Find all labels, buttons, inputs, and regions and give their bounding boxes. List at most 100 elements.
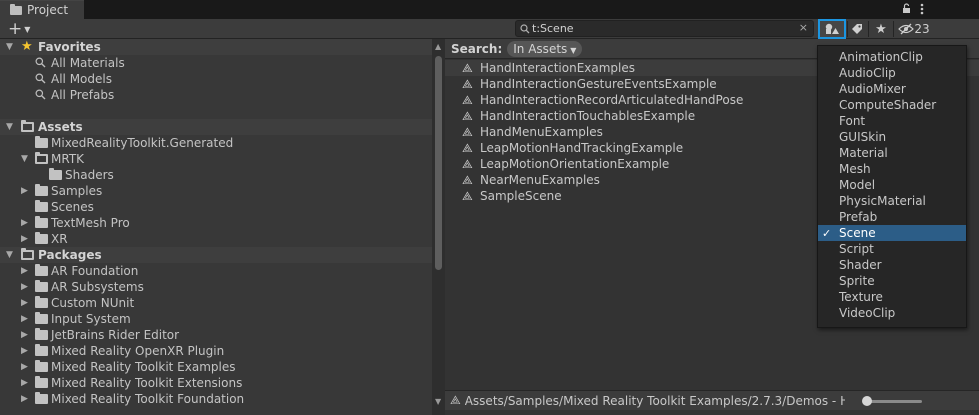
type-option-prefab[interactable]: Prefab <box>818 209 966 225</box>
expand-arrow-icon[interactable]: ▼ <box>6 250 13 260</box>
collapsed-arrow-icon[interactable]: ▶ <box>21 282 28 292</box>
collapsed-arrow-icon[interactable]: ▶ <box>21 266 28 276</box>
tree-item-label: All Materials <box>51 56 125 70</box>
collapsed-arrow-icon[interactable]: ▶ <box>21 218 28 228</box>
tree-item[interactable]: Shaders <box>0 167 432 183</box>
collapsed-arrow-icon[interactable]: ▶ <box>21 186 28 196</box>
type-option-audiomixer[interactable]: AudioMixer <box>818 81 966 97</box>
icon-size-slider[interactable] <box>862 396 922 406</box>
tree-item[interactable]: All Materials <box>0 55 432 71</box>
type-option-font[interactable]: Font <box>818 113 966 129</box>
expand-arrow-icon[interactable]: ▼ <box>21 154 28 164</box>
tab-label: Project <box>27 3 69 17</box>
tree-scrollbar[interactable]: ▲ ▼ <box>432 39 445 415</box>
tree-item[interactable]: ▶ Mixed Reality Toolkit Foundation <box>0 391 432 407</box>
type-option-guiskin[interactable]: GUISkin <box>818 129 966 145</box>
collapsed-arrow-icon[interactable]: ▶ <box>21 378 28 388</box>
type-option-script[interactable]: Script <box>818 241 966 257</box>
search-by-label-button[interactable] <box>846 19 868 39</box>
type-option-texture[interactable]: Texture <box>818 289 966 305</box>
expand-arrow-icon[interactable]: ▼ <box>6 42 13 52</box>
type-option-physicmaterial[interactable]: PhysicMaterial <box>818 193 966 209</box>
create-asset-button[interactable]: + ▼ <box>8 19 30 39</box>
project-folder-tree: ▼ ★ Favorites All Materials All Models All Pr… <box>0 39 432 415</box>
tree-item[interactable]: ▼ MRTK <box>0 151 432 167</box>
expand-arrow-icon[interactable]: ▼ <box>6 122 13 132</box>
tree-item-label: Mixed Reality Toolkit Extensions <box>51 376 243 390</box>
kebab-menu-icon[interactable] <box>920 3 924 15</box>
tree-item[interactable]: ▶ Mixed Reality OpenXR Plugin <box>0 343 432 359</box>
tree-item[interactable]: All Prefabs <box>0 87 432 103</box>
tree-item[interactable]: ▶ AR Foundation <box>0 263 432 279</box>
type-option-label: AudioMixer <box>839 82 906 96</box>
collapsed-arrow-icon[interactable]: ▶ <box>21 394 28 404</box>
unity-scene-icon: ⟁ <box>462 61 473 75</box>
tree-item[interactable]: ▶ XR <box>0 231 432 247</box>
search-by-type-button[interactable] <box>818 19 846 39</box>
toggle-hidden-packages-button[interactable]: 23 <box>894 19 934 39</box>
tree-item[interactable]: ▶ TextMesh Pro <box>0 215 432 231</box>
type-option-label: Script <box>839 242 874 256</box>
eye-slash-icon <box>898 23 915 35</box>
folder-icon <box>35 184 48 196</box>
tree-item[interactable]: Scenes <box>0 199 432 215</box>
tree-item[interactable]: ▶ Mixed Reality Toolkit Extensions <box>0 375 432 391</box>
type-option-label: Mesh <box>839 162 871 176</box>
scrollbar-thumb[interactable] <box>435 56 442 270</box>
collapsed-arrow-icon[interactable]: ▶ <box>21 298 28 308</box>
search-label: Search: <box>451 41 503 56</box>
unity-scene-icon: ⟁ <box>462 125 473 139</box>
type-option-label: Scene <box>839 226 876 240</box>
type-option-label: Texture <box>839 290 883 304</box>
collapsed-arrow-icon[interactable]: ▶ <box>21 362 28 372</box>
search-input[interactable] <box>532 22 792 35</box>
collapsed-arrow-icon[interactable]: ▶ <box>21 234 28 244</box>
unity-scene-icon: ⟁ <box>462 77 473 91</box>
hidden-packages-count: 23 <box>914 22 930 36</box>
tree-item[interactable]: All Models <box>0 71 432 87</box>
tree-item[interactable]: ▶ Custom NUnit <box>0 295 432 311</box>
scroll-down-arrow-icon[interactable]: ▼ <box>435 397 441 406</box>
folder-icon <box>35 280 48 292</box>
tree-item[interactable]: ▶ Input System <box>0 311 432 327</box>
type-option-shader[interactable]: Shader <box>818 257 966 273</box>
tree-section-assets[interactable]: ▼ Assets <box>0 119 432 135</box>
lock-icon[interactable] <box>902 3 911 14</box>
type-option-model[interactable]: Model <box>818 177 966 193</box>
scroll-up-arrow-icon[interactable]: ▲ <box>435 42 441 51</box>
result-item-label: HandInteractionGestureEventsExample <box>480 77 717 91</box>
tree-section-label: Assets <box>38 120 83 134</box>
collapsed-arrow-icon[interactable]: ▶ <box>21 346 28 356</box>
tree-item[interactable]: ▶ AR Subsystems <box>0 279 432 295</box>
tree-section-packages[interactable]: ▼ Packages <box>0 247 432 263</box>
type-option-computeshader[interactable]: ComputeShader <box>818 97 966 113</box>
type-option-sprite[interactable]: Sprite <box>818 273 966 289</box>
plus-icon: + <box>8 18 23 39</box>
tree-item[interactable]: ▶ JetBrains Rider Editor <box>0 327 432 343</box>
star-icon: ★ <box>21 39 33 54</box>
save-search-favorite-button[interactable]: ★ <box>869 19 893 39</box>
tree-item-label: MixedRealityToolkit.Generated <box>51 136 234 150</box>
clear-search-icon[interactable]: × <box>799 21 808 34</box>
tree-section-favorites[interactable]: ▼ ★ Favorites <box>0 39 432 55</box>
type-option-animationclip[interactable]: AnimationClip <box>818 49 966 65</box>
collapsed-arrow-icon[interactable]: ▶ <box>21 330 28 340</box>
unity-scene-icon: ⟁ <box>462 173 473 187</box>
search-field[interactable]: × <box>515 20 814 37</box>
type-option-audioclip[interactable]: AudioClip <box>818 65 966 81</box>
type-option-mesh[interactable]: Mesh <box>818 161 966 177</box>
slider-knob[interactable] <box>862 396 872 406</box>
collapsed-arrow-icon[interactable]: ▶ <box>21 314 28 324</box>
folder-icon <box>35 376 48 388</box>
type-option-scene[interactable]: ✓ Scene <box>818 225 966 241</box>
search-icon <box>35 57 46 71</box>
folder-open-icon <box>35 152 48 164</box>
type-option-videoclip[interactable]: VideoClip <box>818 305 966 321</box>
type-option-material[interactable]: Material <box>818 145 966 161</box>
tree-item[interactable]: ▶ Mixed Reality Toolkit Examples <box>0 359 432 375</box>
tree-item[interactable]: MixedRealityToolkit.Generated <box>0 135 432 151</box>
tree-item[interactable]: ▶ Samples <box>0 183 432 199</box>
result-item-label: LeapMotionOrientationExample <box>480 157 670 171</box>
search-scope-dropdown[interactable]: In Assets ▼ <box>507 40 583 57</box>
tab-project[interactable]: Project <box>0 0 84 19</box>
